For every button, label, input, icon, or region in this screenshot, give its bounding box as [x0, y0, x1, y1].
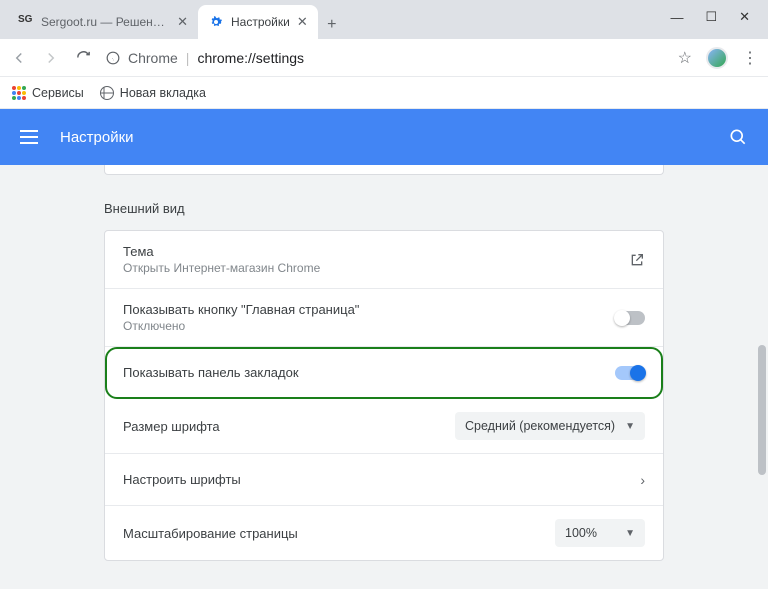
font-size-row: Размер шрифта Средний (рекомендуется) ▼ — [105, 399, 663, 454]
bookmark-label: Новая вкладка — [120, 86, 206, 100]
info-icon — [106, 51, 120, 65]
search-icon[interactable] — [728, 127, 748, 147]
reload-button[interactable] — [74, 49, 92, 67]
tab-title: Настройки — [231, 15, 290, 29]
maximize-button[interactable]: ☐ — [705, 9, 717, 25]
theme-row[interactable]: Тема Открыть Интернет-магазин Chrome — [105, 231, 663, 289]
close-tab-icon[interactable]: ✕ — [297, 14, 308, 30]
bookmark-newtab[interactable]: Новая вкладка — [100, 86, 206, 100]
page-title: Настройки — [60, 129, 134, 146]
zoom-label: Масштабирование страницы — [123, 526, 555, 541]
section-appearance-title: Внешний вид — [104, 201, 664, 216]
home-button-row: Показывать кнопку "Главная страница" Отк… — [105, 289, 663, 347]
address-bar[interactable]: Chrome | chrome://settings — [106, 50, 664, 66]
back-button[interactable] — [10, 49, 28, 67]
scrollbar-thumb[interactable] — [758, 345, 766, 475]
forward-button[interactable] — [42, 49, 60, 67]
zoom-row: Масштабирование страницы 100% ▼ — [105, 506, 663, 560]
close-tab-icon[interactable]: ✕ — [177, 14, 188, 30]
apps-label: Сервисы — [32, 86, 84, 100]
sergoot-favicon: SG — [18, 14, 34, 30]
menu-icon[interactable]: ⋮ — [742, 48, 758, 68]
external-link-icon — [629, 252, 645, 268]
home-button-label: Показывать кнопку "Главная страница" — [123, 302, 615, 317]
globe-icon — [100, 86, 114, 100]
star-icon[interactable]: ☆ — [678, 48, 692, 68]
minimize-button[interactable]: — — [670, 10, 683, 25]
close-button[interactable]: ✕ — [739, 9, 750, 25]
profile-avatar[interactable] — [706, 47, 728, 69]
bookmarks-bar-row: Показывать панель закладок — [105, 347, 663, 399]
font-size-label: Размер шрифта — [123, 419, 455, 434]
theme-label: Тема — [123, 244, 629, 259]
settings-content: Внешний вид Тема Открыть Интернет-магази… — [0, 165, 768, 589]
tab-inactive[interactable]: SG Sergoot.ru — Решение ваших п… ✕ — [8, 5, 198, 39]
bookmarks-bar: Сервисы Новая вкладка — [0, 77, 768, 109]
menu-button[interactable] — [20, 130, 38, 144]
font-size-dropdown[interactable]: Средний (рекомендуется) ▼ — [455, 412, 645, 440]
window-controls: — ☐ ✕ — [652, 0, 768, 34]
tab-active[interactable]: Настройки ✕ — [198, 5, 318, 39]
apps-shortcut[interactable]: Сервисы — [12, 86, 84, 100]
customize-fonts-label: Настроить шрифты — [123, 472, 640, 487]
bookmarks-bar-label: Показывать панель закладок — [123, 365, 615, 380]
browser-toolbar: Chrome | chrome://settings ☆ ⋮ — [0, 39, 768, 77]
settings-header: Настройки — [0, 109, 768, 165]
omnibox-security-label: Chrome — [128, 50, 178, 66]
tab-title: Sergoot.ru — Решение ваших п… — [41, 15, 170, 29]
home-button-sub: Отключено — [123, 319, 615, 333]
new-tab-button[interactable]: + — [318, 11, 346, 39]
chevron-down-icon: ▼ — [625, 528, 635, 539]
previous-card-fragment — [104, 165, 664, 175]
bookmarks-bar-toggle[interactable] — [615, 366, 645, 380]
zoom-dropdown[interactable]: 100% ▼ — [555, 519, 645, 547]
font-size-value: Средний (рекомендуется) — [465, 419, 615, 433]
zoom-value: 100% — [565, 526, 597, 540]
customize-fonts-row[interactable]: Настроить шрифты › — [105, 454, 663, 506]
apps-icon — [12, 86, 26, 100]
settings-favicon — [208, 14, 224, 30]
omnibox-url: chrome://settings — [197, 50, 304, 66]
chevron-right-icon: › — [640, 472, 645, 488]
chevron-down-icon: ▼ — [625, 421, 635, 432]
appearance-card: Тема Открыть Интернет-магазин Chrome Пок… — [104, 230, 664, 561]
theme-sub: Открыть Интернет-магазин Chrome — [123, 261, 629, 275]
home-button-toggle[interactable] — [615, 311, 645, 325]
